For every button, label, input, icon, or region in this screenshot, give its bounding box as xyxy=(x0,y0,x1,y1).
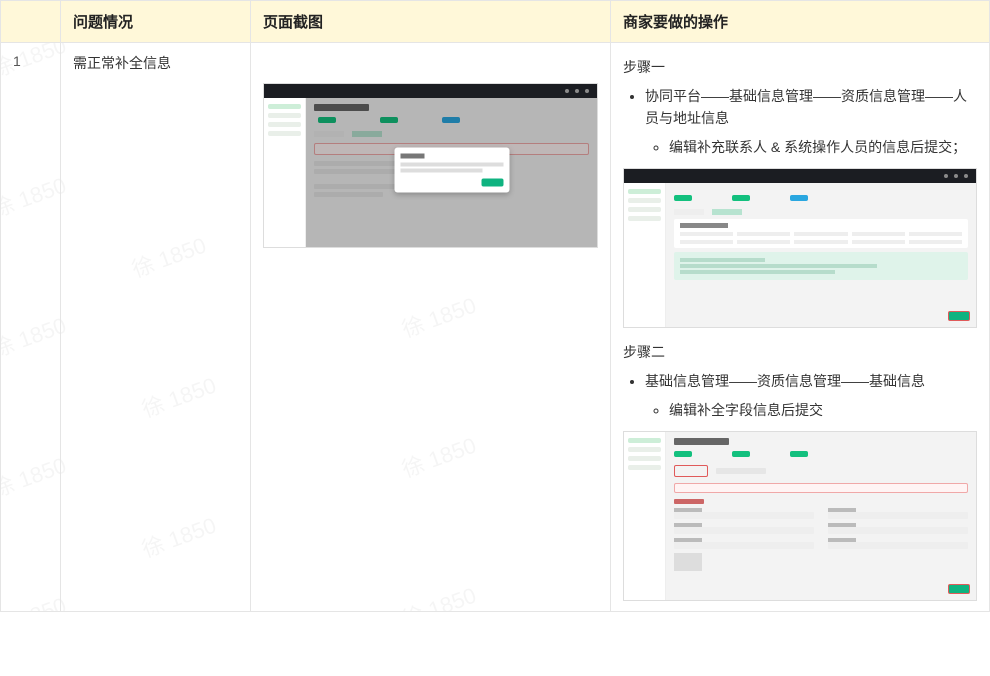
row-index: 1 xyxy=(1,43,61,612)
th-index xyxy=(1,1,61,43)
table-header-row: 问题情况 页面截图 商家要做的操作 xyxy=(1,1,990,43)
th-issue: 问题情况 xyxy=(61,1,251,43)
screenshot-c xyxy=(623,431,977,601)
step2-sub: 编辑补全字段信息后提交 xyxy=(669,399,977,421)
screenshot-a xyxy=(263,83,598,248)
step2-title: 步骤二 xyxy=(623,342,977,362)
th-operations: 商家要做的操作 xyxy=(611,1,990,43)
step1-title: 步骤一 xyxy=(623,57,977,77)
step2-sublist: 编辑补全字段信息后提交 xyxy=(645,399,977,421)
table-row: 1 需正常补全信息 xyxy=(1,43,990,612)
th-screenshot: 页面截图 xyxy=(251,1,611,43)
screenshot-b xyxy=(623,168,977,328)
step1-list: 协同平台——基础信息管理——资质信息管理——人员与地址信息 编辑补充联系人 & … xyxy=(623,85,977,158)
step1-sub: 编辑补充联系人 & 系统操作人员的信息后提交； xyxy=(669,136,977,158)
step1-bullet-text: 协同平台——基础信息管理——资质信息管理——人员与地址信息 xyxy=(645,88,967,126)
step2-list: 基础信息管理——资质信息管理——基础信息 编辑补全字段信息后提交 xyxy=(623,370,977,421)
step2-bullet: 基础信息管理——资质信息管理——基础信息 编辑补全字段信息后提交 xyxy=(645,370,977,421)
step1-bullet: 协同平台——基础信息管理——资质信息管理——人员与地址信息 编辑补充联系人 & … xyxy=(645,85,977,158)
row-screenshot-cell xyxy=(251,43,611,612)
step2-bullet-text: 基础信息管理——资质信息管理——基础信息 xyxy=(645,373,925,389)
step1-sublist: 编辑补充联系人 & 系统操作人员的信息后提交； xyxy=(645,136,977,158)
row-operations-cell: 步骤一 协同平台——基础信息管理——资质信息管理——人员与地址信息 编辑补充联系… xyxy=(611,43,990,612)
instructions-table: 问题情况 页面截图 商家要做的操作 1 需正常补全信息 xyxy=(0,0,990,612)
row-issue: 需正常补全信息 xyxy=(61,43,251,612)
